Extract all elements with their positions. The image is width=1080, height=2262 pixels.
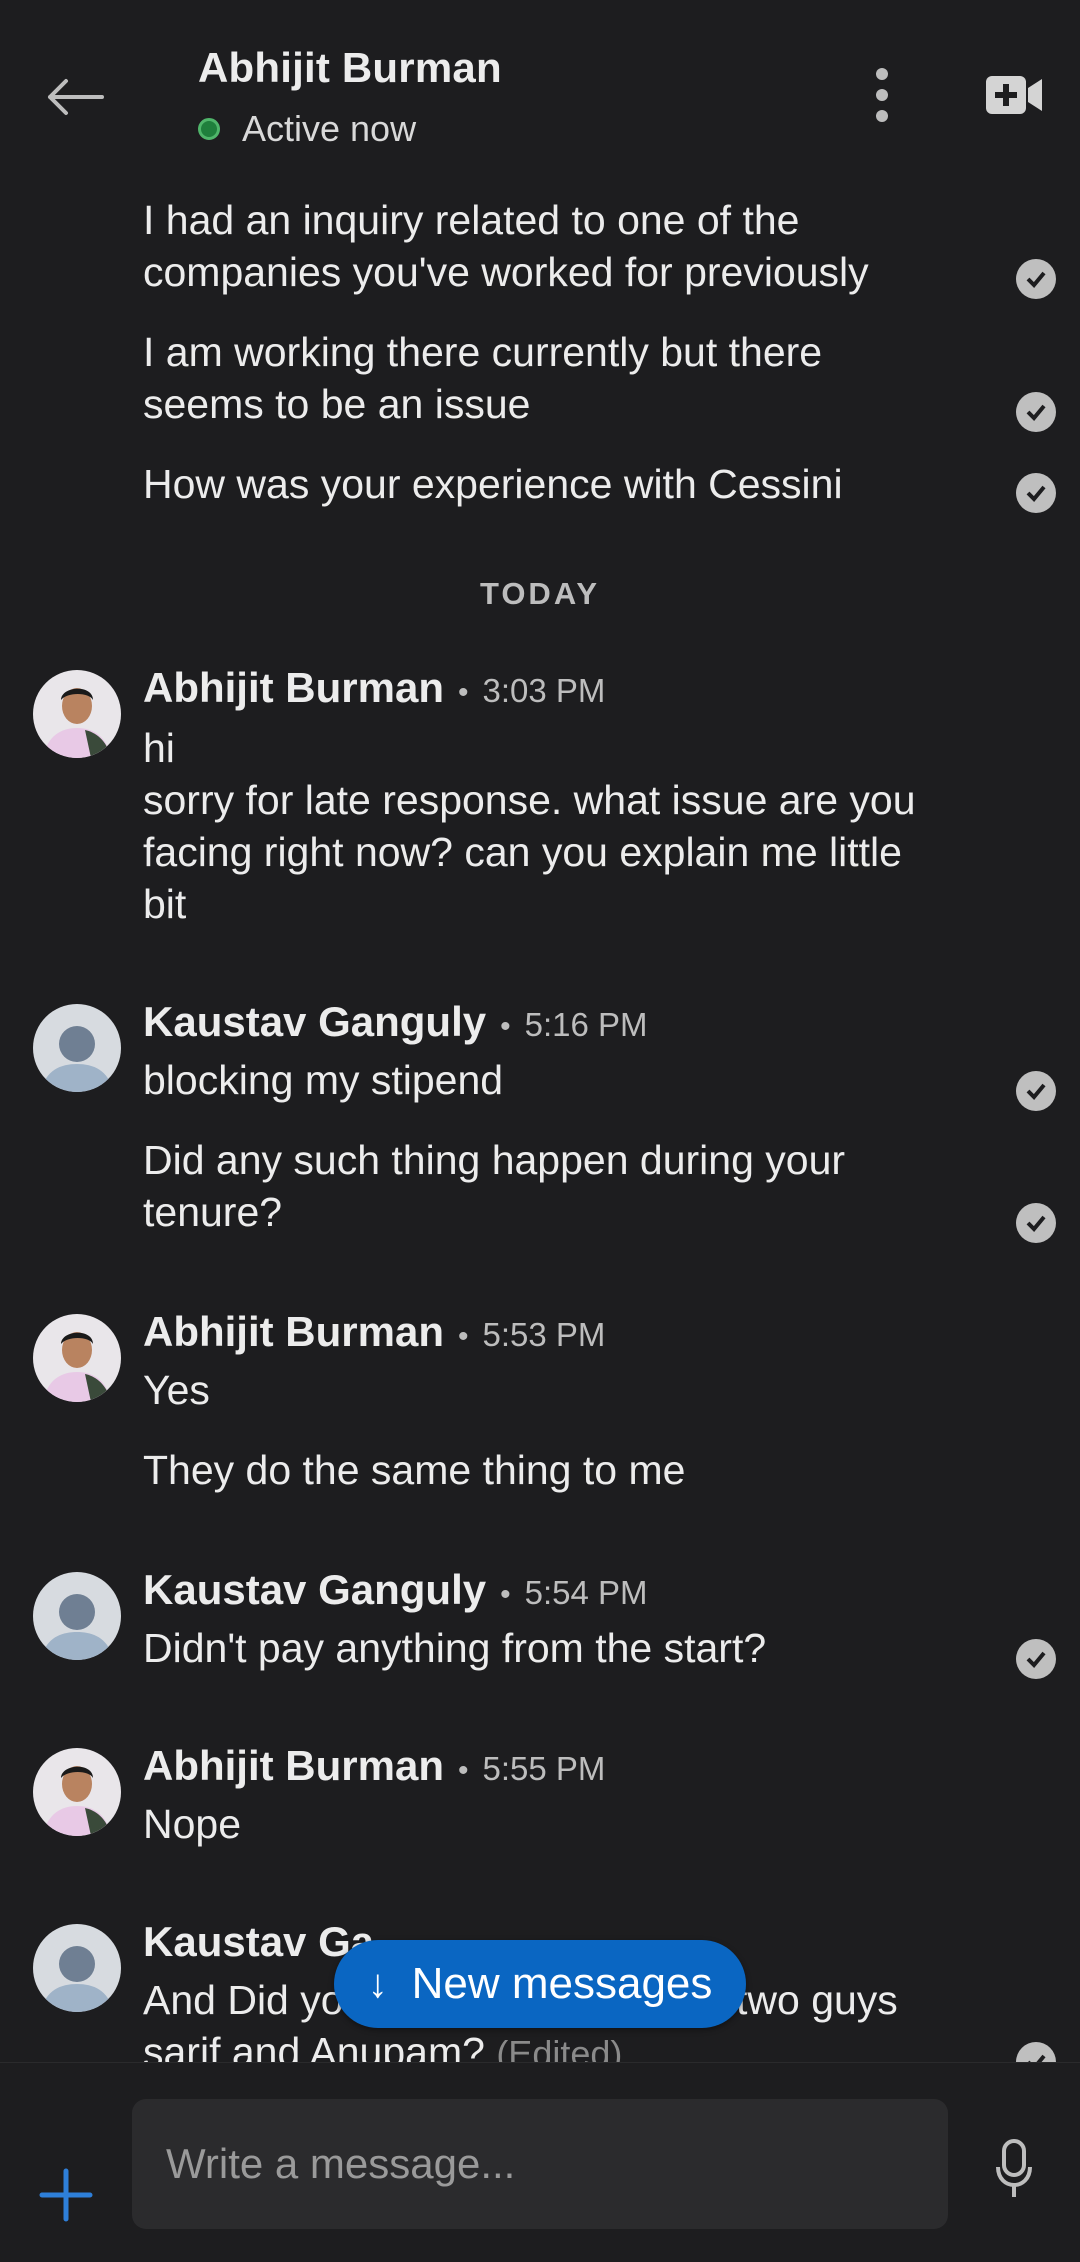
message-input-placeholder: Write a message... [166, 2140, 516, 2187]
sender-name[interactable]: Abhijit Burman [143, 1308, 444, 1356]
message-text: I am working there currently but there s… [143, 329, 823, 427]
message-text: blocking my stipend [143, 1057, 504, 1103]
plus-icon [39, 2168, 93, 2222]
read-check-icon [1016, 1203, 1056, 1243]
message-header: Kaustav Ga [143, 1918, 374, 1966]
message-time: 5:16 PM [524, 1006, 648, 1043]
attach-button[interactable] [36, 2165, 96, 2225]
message-text: sarif and Anupam? (Edited) [143, 2026, 973, 2062]
message-header: Kaustav Ganguly • 5:54 PM [143, 1566, 648, 1614]
message-text: Didn't pay anything from the start? [143, 1625, 767, 1671]
message-header: Abhijit Burman • 3:03 PM [143, 664, 605, 712]
messaging-app: Abhijit Burman Active now I had an inqui… [0, 0, 1080, 2262]
online-dot-icon [198, 118, 220, 140]
arrow-down-icon: ↓ [367, 1961, 388, 2006]
message-list[interactable]: I had an inquiry related to one of the c… [0, 170, 1080, 2062]
message-header: Abhijit Burman • 5:53 PM [143, 1308, 605, 1356]
message-header: Abhijit Burman • 5:55 PM [143, 1742, 605, 1790]
message-time: 5:53 PM [482, 1316, 606, 1353]
separator-dot: • [458, 1320, 469, 1353]
message-text: I had an inquiry related to one of the c… [143, 197, 869, 295]
microphone-icon [996, 2139, 1032, 2197]
message-text: They do the same thing to me [143, 1447, 686, 1493]
new-messages-button[interactable]: ↓ New messages [334, 1940, 746, 2028]
message-time: 3:03 PM [482, 672, 606, 709]
message-text: Did any such thing happen during your te… [143, 1137, 846, 1235]
message-text: How was your experience with Cessini [143, 461, 843, 507]
profile-photo-icon [33, 670, 121, 758]
message-header: Kaustav Ganguly • 5:16 PM [143, 998, 648, 1046]
separator-dot: • [500, 1578, 511, 1611]
profile-photo-icon [33, 1314, 121, 1402]
read-check-icon [1016, 259, 1056, 299]
more-options-button[interactable] [862, 60, 902, 130]
read-check-icon [1016, 2042, 1056, 2062]
read-check-icon [1016, 1639, 1056, 1679]
sender-name[interactable]: Kaustav Ganguly [143, 1566, 486, 1614]
read-check-icon [1016, 473, 1056, 513]
sender-name[interactable]: Kaustav Ga [143, 1918, 374, 1966]
conversation-header: Abhijit Burman Active now [0, 0, 1080, 170]
message-time: 5:55 PM [482, 1750, 606, 1787]
new-messages-label: New messages [411, 1959, 713, 2008]
arrow-left-icon [48, 79, 104, 115]
avatar[interactable] [33, 1004, 121, 1092]
contact-name[interactable]: Abhijit Burman [198, 44, 502, 92]
message-text: Yes [143, 1367, 210, 1413]
more-vertical-icon [876, 68, 888, 80]
voice-message-button[interactable] [994, 2139, 1034, 2199]
back-button[interactable] [40, 62, 110, 132]
sender-name[interactable]: Abhijit Burman [143, 1742, 444, 1790]
sender-name[interactable]: Kaustav Ganguly [143, 998, 486, 1046]
message-text: hi sorry for late response. what issue a… [143, 725, 916, 927]
read-check-icon [1016, 1071, 1056, 1111]
message-time: 5:54 PM [524, 1574, 648, 1611]
avatar[interactable] [33, 1572, 121, 1660]
separator-dot: • [458, 1754, 469, 1787]
edited-label: (Edited) [496, 2033, 623, 2062]
avatar[interactable] [33, 670, 121, 758]
status-text: Active now [242, 108, 417, 149]
default-avatar-icon [33, 1572, 121, 1660]
message-text: two guys [736, 1977, 898, 2023]
avatar[interactable] [33, 1924, 121, 2012]
message-composer: Write a message... [0, 2062, 1080, 2262]
day-divider: TODAY [479, 576, 601, 611]
presence-status: Active now [198, 108, 416, 150]
separator-dot: • [458, 676, 469, 709]
avatar[interactable] [33, 1748, 121, 1836]
message-text: Nope [143, 1801, 242, 1847]
read-check-icon [1016, 392, 1056, 432]
avatar[interactable] [33, 1314, 121, 1402]
sender-name[interactable]: Abhijit Burman [143, 664, 444, 712]
message-input[interactable]: Write a message... [132, 2099, 948, 2229]
separator-dot: • [500, 1010, 511, 1043]
video-plus-icon [986, 76, 1042, 114]
video-call-button[interactable] [984, 68, 1046, 122]
profile-photo-icon [33, 1748, 121, 1836]
default-avatar-icon [33, 1004, 121, 1092]
default-avatar-icon [33, 1924, 121, 2012]
